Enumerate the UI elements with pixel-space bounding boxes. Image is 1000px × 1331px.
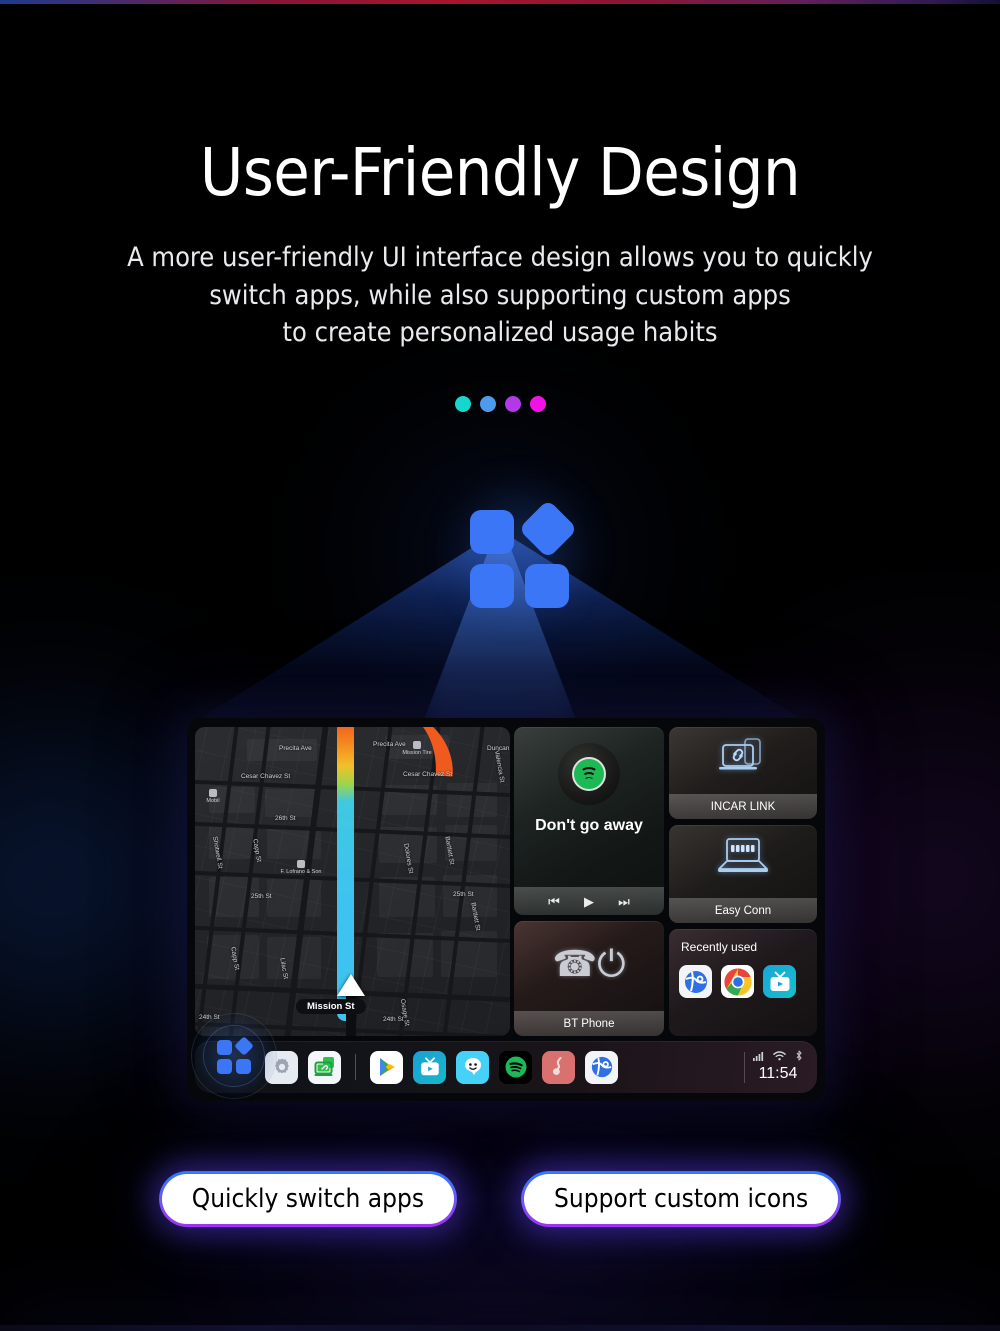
navigation-map-panel[interactable]: Precita Ave Precita Ave Cesar Chavez St … xyxy=(195,727,510,1036)
map-label: Precita Ave xyxy=(279,745,312,752)
dock-divider xyxy=(355,1054,356,1080)
signal-icon xyxy=(753,1051,764,1064)
chrome-app-icon[interactable] xyxy=(721,965,754,998)
page-indicator-dots xyxy=(0,396,1000,412)
subtitle-line-3: to create personalized usage habits xyxy=(282,316,718,348)
wifi-icon xyxy=(773,1050,786,1064)
laptop-icon xyxy=(669,835,817,884)
easy-conn-label: Easy Conn xyxy=(669,898,817,923)
map-poi-mission-tire: Mission Tire xyxy=(387,741,447,756)
quickly-switch-apps-pill[interactable]: Quickly switch apps xyxy=(158,1171,458,1227)
maps-app-icon[interactable] xyxy=(679,965,712,998)
tv-app-icon[interactable] xyxy=(763,965,796,998)
current-street-label: Mission St xyxy=(296,999,366,1014)
track-title: Don't go away xyxy=(535,817,643,834)
tv-app-icon[interactable] xyxy=(413,1050,446,1084)
car-head-unit-screen: Precita Ave Precita Ave Cesar Chavez St … xyxy=(187,718,825,1101)
spotify-app-icon[interactable] xyxy=(499,1050,532,1084)
spotify-icon xyxy=(572,757,606,791)
incar-link-widget[interactable]: INCAR LINK xyxy=(669,727,817,819)
map-poi-lofrano: F. Lofrano & Son xyxy=(271,860,331,875)
album-disc xyxy=(558,743,620,805)
app-grid-home-button[interactable] xyxy=(217,1036,254,1074)
app-grid-logo-icon xyxy=(470,499,578,608)
tire-shop-pin-icon xyxy=(413,741,421,749)
header: User-Friendly Design A more user-friendl… xyxy=(0,138,1000,351)
map-label: 26th St xyxy=(275,815,296,822)
bluetooth-phone-icon: ☎⏻ xyxy=(552,943,626,984)
incar-link-label: INCAR LINK xyxy=(669,794,817,819)
map-label: 25th St xyxy=(453,891,474,898)
music-app-icon[interactable] xyxy=(542,1050,575,1084)
map-label: 25th St xyxy=(251,893,272,900)
indicator-dot-4 xyxy=(529,396,546,412)
next-track-icon[interactable]: ⏭ xyxy=(618,895,630,908)
map-label: 24th St xyxy=(383,1016,404,1023)
top-accent-strip xyxy=(0,0,1000,4)
recently-used-title: Recently used xyxy=(681,940,758,954)
bt-phone-label: BT Phone xyxy=(514,1011,664,1036)
indicator-dot-3 xyxy=(504,396,521,412)
map-poi-mobil: Mobil xyxy=(195,789,243,804)
media-controls[interactable]: ⏮ ▶ ⏭ xyxy=(514,887,664,915)
map-label: Cesar Chavez St xyxy=(241,773,291,780)
bt-phone-widget[interactable]: ☎⏻ BT Phone xyxy=(514,921,664,1036)
screen-link-icon xyxy=(669,737,817,782)
status-bar: 11:54 xyxy=(744,1049,817,1083)
gas-station-pin-icon xyxy=(209,789,217,797)
screen-mirror-app-icon[interactable] xyxy=(308,1050,341,1084)
support-custom-icons-pill[interactable]: Support custom icons xyxy=(521,1171,842,1227)
maps-app-icon[interactable] xyxy=(585,1050,618,1084)
waze-app-icon[interactable] xyxy=(456,1050,489,1084)
recently-used-widget[interactable]: Recently used xyxy=(669,929,817,1036)
indicator-dot-1 xyxy=(454,396,471,412)
support-custom-icons-label: Support custom icons xyxy=(524,1174,839,1224)
page-title: User-Friendly Design xyxy=(199,134,801,211)
bottom-accent-strip xyxy=(0,1325,1000,1331)
subtitle-line-1: A more user-friendly UI interface design… xyxy=(127,242,873,274)
app-dock: 11:54 xyxy=(191,1013,817,1099)
clock: 11:54 xyxy=(758,1064,798,1082)
page-subtitle: A more user-friendly UI interface design… xyxy=(0,239,1000,351)
map-label: Cesar Chavez St xyxy=(403,771,453,778)
store-pin-icon xyxy=(297,860,305,868)
indicator-dot-2 xyxy=(479,396,496,412)
play-store-app-icon[interactable] xyxy=(370,1050,403,1084)
easy-conn-widget[interactable]: Easy Conn xyxy=(669,825,817,923)
bluetooth-icon xyxy=(795,1049,803,1064)
feature-pills: Quickly switch apps Support custom icons xyxy=(0,1171,1000,1227)
subtitle-line-2: switch apps, while also supporting custo… xyxy=(209,279,791,311)
vehicle-position-arrow-icon xyxy=(337,974,365,996)
media-player-widget[interactable]: Don't go away ⏮ ▶ ⏭ xyxy=(514,727,664,915)
map-label: Duncan xyxy=(487,745,510,752)
quickly-switch-apps-label: Quickly switch apps xyxy=(161,1174,455,1224)
play-icon[interactable]: ▶ xyxy=(584,895,594,908)
previous-track-icon[interactable]: ⏮ xyxy=(548,895,560,908)
